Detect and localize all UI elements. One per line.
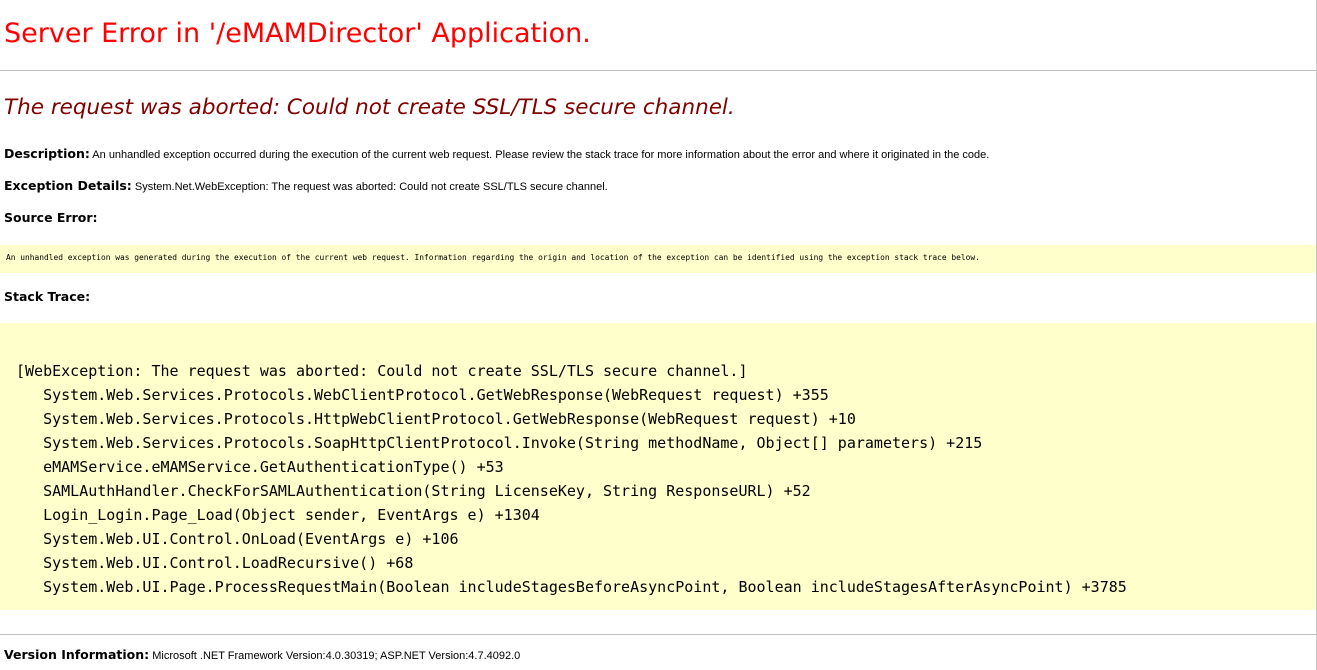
source-error-label: Source Error:	[4, 210, 98, 225]
error-subtitle: The request was aborted: Could not creat…	[4, 95, 735, 120]
version-information-label: Version Information:	[4, 647, 150, 662]
description-line: Description: An unhandled exception occu…	[4, 146, 989, 161]
source-error-heading: Source Error:	[4, 210, 98, 225]
stack-trace-line: System.Web.UI.Page.ProcessRequestMain(Bo…	[16, 578, 1127, 596]
stack-trace-line: System.Web.Services.Protocols.HttpWebCli…	[16, 410, 856, 428]
page-title: Server Error in '/eMAMDirector' Applicat…	[4, 18, 591, 49]
exception-details-line: Exception Details: System.Net.WebExcepti…	[4, 178, 608, 193]
stack-trace-lines: [WebException: The request was aborted: …	[16, 359, 1127, 599]
stack-trace-label: Stack Trace:	[4, 289, 91, 304]
footer-divider	[0, 634, 1317, 635]
stack-trace-line: System.Web.Services.Protocols.WebClientP…	[16, 386, 829, 404]
description-text: An unhandled exception occurred during t…	[89, 149, 990, 161]
stack-trace-line: SAMLAuthHandler.CheckForSAMLAuthenticati…	[16, 482, 811, 500]
version-information-line: Version Information: Microsoft .NET Fram…	[4, 647, 520, 662]
stack-trace-line: eMAMService.eMAMService.GetAuthenticatio…	[16, 458, 504, 476]
version-information-text: Microsoft .NET Framework Version:4.0.303…	[149, 650, 521, 662]
source-error-box: An unhandled exception was generated dur…	[0, 245, 1317, 273]
stack-trace-line: Login_Login.Page_Load(Object sender, Eve…	[16, 506, 540, 524]
exception-details-label: Exception Details:	[4, 178, 132, 193]
stack-trace-line: System.Web.UI.Control.LoadRecursive() +6…	[16, 554, 414, 572]
title-divider	[0, 70, 1317, 71]
stack-trace-heading: Stack Trace:	[4, 289, 90, 304]
stack-trace-line: [WebException: The request was aborted: …	[16, 362, 748, 380]
exception-details-text: System.Net.WebException: The request was…	[131, 181, 608, 193]
stack-trace-box: [WebException: The request was aborted: …	[0, 323, 1317, 610]
stack-trace-line: System.Web.UI.Control.OnLoad(EventArgs e…	[16, 530, 459, 548]
stack-trace-line: System.Web.Services.Protocols.SoapHttpCl…	[16, 434, 983, 452]
description-label: Description:	[4, 146, 90, 161]
source-error-text: An unhandled exception was generated dur…	[6, 253, 980, 262]
